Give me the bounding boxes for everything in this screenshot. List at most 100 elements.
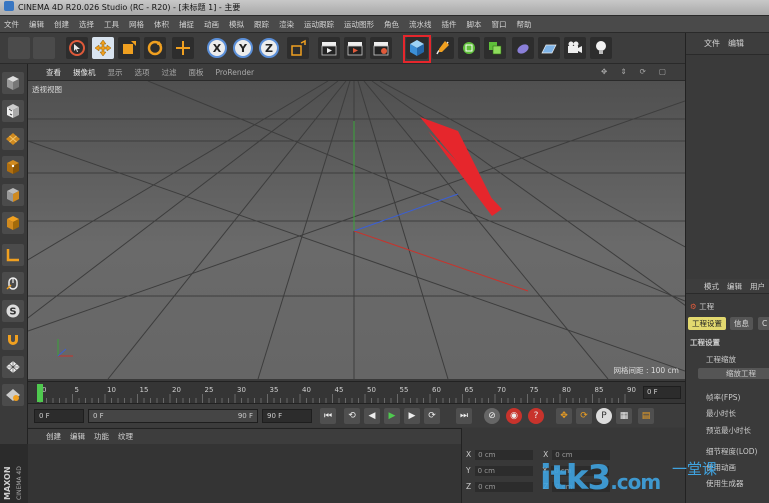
polygons-mode-icon[interactable] bbox=[2, 212, 24, 234]
camera-icon[interactable] bbox=[564, 37, 586, 59]
material-menu-edit[interactable]: 编辑 bbox=[70, 431, 85, 442]
menu-simulate[interactable]: 模拟 bbox=[229, 19, 244, 30]
render-view-icon[interactable] bbox=[318, 37, 340, 59]
menu-tools[interactable]: 工具 bbox=[104, 19, 119, 30]
material-menu-texture[interactable]: 纹理 bbox=[118, 431, 133, 442]
axis-z-button[interactable]: Z bbox=[259, 38, 279, 58]
axis-y-button[interactable]: Y bbox=[233, 38, 253, 58]
menu-track[interactable]: 跟踪 bbox=[254, 19, 269, 30]
subdivision-icon[interactable] bbox=[458, 37, 480, 59]
texture-mode-icon[interactable] bbox=[2, 128, 24, 150]
viewport-menu-display[interactable]: 显示 bbox=[108, 67, 123, 78]
key-pla-icon[interactable]: ▦ bbox=[616, 408, 632, 424]
deformer-icon[interactable] bbox=[512, 37, 534, 59]
menu-mesh[interactable]: 网格 bbox=[129, 19, 144, 30]
edges-mode-icon[interactable] bbox=[2, 184, 24, 206]
menu-volume[interactable]: 体积 bbox=[154, 19, 169, 30]
render-settings-icon[interactable] bbox=[370, 37, 392, 59]
attr-menu-edit[interactable]: 编辑 bbox=[727, 281, 742, 292]
start-frame-field[interactable]: 0 F bbox=[34, 409, 84, 423]
go-to-end-icon[interactable]: ⏭ bbox=[456, 408, 472, 424]
coord-y-field[interactable]: 0 cm bbox=[474, 466, 533, 476]
menu-create[interactable]: 创建 bbox=[54, 19, 69, 30]
film-icon[interactable]: ▤ bbox=[638, 408, 654, 424]
menu-mograph[interactable]: 运动图形 bbox=[344, 19, 374, 30]
axis-mode-icon[interactable] bbox=[2, 244, 24, 266]
viewport-move-icon[interactable]: ✥ bbox=[601, 67, 608, 76]
perspective-viewport[interactable]: 透视视图 网格间距 : 100 cm bbox=[28, 81, 685, 379]
viewport-zoom-icon[interactable]: ⇕ bbox=[620, 67, 627, 76]
coord-x-field[interactable]: 0 cm bbox=[475, 450, 534, 460]
key-position-icon[interactable]: ✥ bbox=[556, 408, 572, 424]
menu-select[interactable]: 选择 bbox=[79, 19, 94, 30]
redo-icon[interactable] bbox=[33, 37, 55, 59]
lock-workplane-icon[interactable] bbox=[2, 384, 24, 406]
viewport-nav-icons[interactable]: ✥ ⇕ ⟳ ▢ bbox=[601, 67, 679, 76]
points-mode-icon[interactable] bbox=[2, 156, 24, 178]
menu-plugins[interactable]: 插件 bbox=[442, 19, 457, 30]
add-icon[interactable] bbox=[172, 37, 194, 59]
scale-project-button[interactable]: 缩放工程 bbox=[698, 368, 769, 379]
menu-script[interactable]: 脚本 bbox=[467, 19, 482, 30]
coordinate-system-icon[interactable] bbox=[287, 37, 309, 59]
menu-snap[interactable]: 捕捉 bbox=[179, 19, 194, 30]
tab-project-settings[interactable]: 工程设置 bbox=[688, 317, 726, 330]
key-parameter-icon[interactable]: P bbox=[596, 408, 612, 424]
undo-icon[interactable] bbox=[8, 37, 30, 59]
object-manager-file[interactable]: 文件 bbox=[704, 38, 720, 49]
tab-other[interactable]: C bbox=[758, 317, 769, 330]
pen-spline-icon[interactable] bbox=[432, 37, 454, 59]
viewport-maximize-icon[interactable]: ▢ bbox=[659, 67, 667, 76]
workplane-icon[interactable] bbox=[2, 356, 24, 378]
timeline-ruler[interactable]: 0 5 10 15 20 25 30 35 40 45 50 55 60 65 70 75 80 85 90 0 F bbox=[28, 381, 685, 403]
object-manager-edit[interactable]: 编辑 bbox=[728, 38, 744, 49]
menu-edit[interactable]: 编辑 bbox=[29, 19, 44, 30]
snap-icon[interactable]: S bbox=[2, 300, 24, 322]
record-active-icon[interactable]: ⊘ bbox=[484, 408, 500, 424]
magnet-icon[interactable] bbox=[2, 328, 24, 350]
attr-menu-mode[interactable]: 模式 bbox=[704, 281, 719, 292]
attr-menu-user[interactable]: 用户 bbox=[750, 281, 765, 292]
render-picture-viewer-icon[interactable] bbox=[344, 37, 366, 59]
rotate-icon[interactable] bbox=[144, 37, 166, 59]
viewport-menu-view[interactable]: 查看 bbox=[46, 67, 61, 78]
viewport-menu-filter[interactable]: 过滤 bbox=[162, 67, 177, 78]
keyframe-selection-icon[interactable]: ? bbox=[528, 408, 544, 424]
menu-window[interactable]: 窗口 bbox=[492, 19, 507, 30]
scale-icon[interactable] bbox=[118, 37, 140, 59]
next-key-icon[interactable]: ⟳ bbox=[424, 408, 440, 424]
viewport-rotate-icon[interactable]: ⟳ bbox=[640, 67, 647, 76]
preview-range-slider[interactable]: 0 F 90 F bbox=[88, 409, 258, 423]
timeline-playhead[interactable] bbox=[37, 384, 43, 402]
viewport-menu-prorender[interactable]: ProRender bbox=[216, 68, 255, 77]
tweak-mode-icon[interactable] bbox=[2, 272, 24, 294]
menu-help[interactable]: 帮助 bbox=[517, 19, 532, 30]
next-frame-icon[interactable]: ▶ bbox=[404, 408, 420, 424]
menu-motion-tracker[interactable]: 运动跟踪 bbox=[304, 19, 334, 30]
viewport-menu-panel[interactable]: 面板 bbox=[189, 67, 204, 78]
live-select-icon[interactable] bbox=[66, 37, 88, 59]
coord-z-field[interactable]: 0 cm bbox=[475, 482, 534, 492]
material-menu-create[interactable]: 创建 bbox=[46, 431, 61, 442]
play-icon[interactable]: ▶ bbox=[384, 408, 400, 424]
menu-pipeline[interactable]: 流水线 bbox=[409, 19, 432, 30]
viewport-menu-options[interactable]: 选项 bbox=[135, 67, 150, 78]
key-rotation-icon[interactable]: ⟳ bbox=[576, 408, 592, 424]
menu-character[interactable]: 角色 bbox=[384, 19, 399, 30]
prev-frame-icon[interactable]: ◀ bbox=[364, 408, 380, 424]
tab-info[interactable]: 信息 bbox=[730, 317, 753, 330]
light-icon[interactable] bbox=[590, 37, 612, 59]
end-frame-field[interactable]: 90 F bbox=[262, 409, 312, 423]
make-editable-icon[interactable] bbox=[2, 72, 24, 94]
menu-animate[interactable]: 动画 bbox=[204, 19, 219, 30]
axis-x-button[interactable]: X bbox=[207, 38, 227, 58]
timeline-end-field[interactable]: 0 F bbox=[643, 386, 681, 399]
move-icon[interactable] bbox=[92, 37, 114, 59]
viewport-menu-camera[interactable]: 摄像机 bbox=[73, 67, 96, 78]
model-mode-icon[interactable] bbox=[2, 100, 24, 122]
floor-icon[interactable] bbox=[538, 37, 560, 59]
array-icon[interactable] bbox=[484, 37, 506, 59]
material-menu-function[interactable]: 功能 bbox=[94, 431, 109, 442]
menu-file[interactable]: 文件 bbox=[4, 19, 19, 30]
autokey-icon[interactable]: ◉ bbox=[506, 408, 522, 424]
